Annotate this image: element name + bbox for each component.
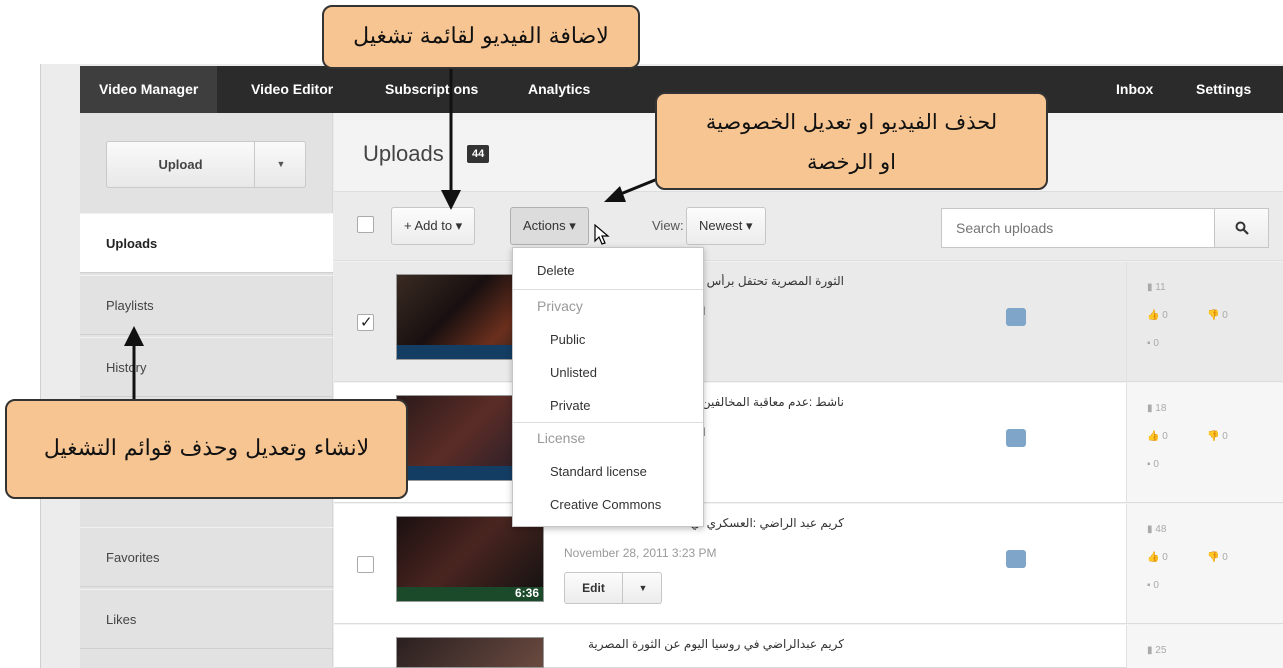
annotation-arrows	[124, 69, 661, 399]
callout-delete-privacy: لحذف الفيديو او تعديل الخصوصية او الرخصة	[655, 92, 1048, 190]
callout-playlists: لانشاء وتعديل وحذف قوائم التشغيل	[5, 399, 408, 499]
callout-delete-privacy-line2: او الرخصة	[807, 150, 896, 174]
callout-add-to-playlist: لاضافة الفيديو لقائمة تشغيل	[322, 5, 640, 69]
callout-delete-privacy-line1: لحذف الفيديو او تعديل الخصوصية	[705, 110, 998, 134]
